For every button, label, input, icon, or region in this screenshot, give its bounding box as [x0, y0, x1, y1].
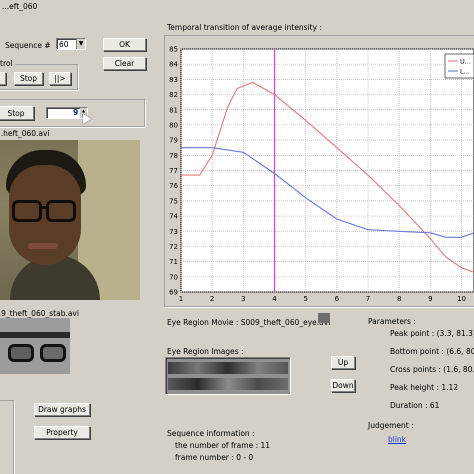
cross-points: Cross points : (1.6, 80.2X: [390, 365, 474, 374]
up-button[interactable]: Up: [331, 356, 355, 369]
face-video: [0, 140, 140, 300]
bottom-point: Bottom point : (6.6, 80.2X: [390, 347, 474, 356]
play-button[interactable]: ||>: [49, 72, 71, 85]
eye-movie-label: Eye Region Movie : S009_theft_060_eye.av…: [167, 318, 331, 327]
stab-file-label: ...9_theft_060_stab.avi: [0, 309, 79, 318]
bottom-left-group: [0, 400, 14, 474]
judgement-title: Judgement :: [368, 421, 414, 430]
movie-file-label: ...heft_060.avi: [0, 129, 50, 138]
sequence-value: 60: [59, 40, 69, 49]
sequence-info-title: Sequence information :: [167, 429, 255, 438]
property-button[interactable]: Property: [34, 426, 90, 439]
chart-frame: [164, 35, 474, 307]
duration: Duration : 61: [390, 401, 440, 410]
ok-button[interactable]: OK: [103, 38, 146, 51]
control-group-label: trol: [0, 59, 15, 68]
eye-movie-thumb: [318, 313, 330, 323]
stop2-button[interactable]: Stop: [0, 106, 34, 120]
frame-number: frame number : 0 - 0: [175, 453, 254, 462]
down-button[interactable]: Down: [331, 379, 355, 392]
frame-count: the number of frame : 11: [175, 441, 271, 450]
window-title: ...eft_060: [2, 2, 38, 11]
eye-images-label: Eye Region Images :: [167, 347, 244, 356]
judgement-value[interactable]: blink: [388, 435, 406, 444]
chevron-down-icon[interactable]: ▼: [76, 39, 85, 49]
draw-graphs-button[interactable]: Draw graphs: [34, 403, 90, 416]
sequence-select[interactable]: 60 ▼: [56, 38, 86, 50]
stab-video: [0, 318, 70, 374]
eye-images-list: [165, 357, 291, 395]
sequence-label: Sequence #: [5, 41, 51, 50]
peak-height: Peak height : 1.12: [390, 383, 459, 392]
stop-button[interactable]: Stop: [14, 72, 43, 85]
small-button[interactable]: [0, 72, 6, 85]
glasses-icon: [12, 200, 42, 222]
parameters-title: Parameters :: [368, 317, 416, 326]
clear-button[interactable]: Clear: [103, 57, 146, 70]
chart-title: Temporal transition of average intensity…: [167, 23, 322, 32]
peak-point: Peak point : (3.3, 81.3): [390, 329, 474, 338]
